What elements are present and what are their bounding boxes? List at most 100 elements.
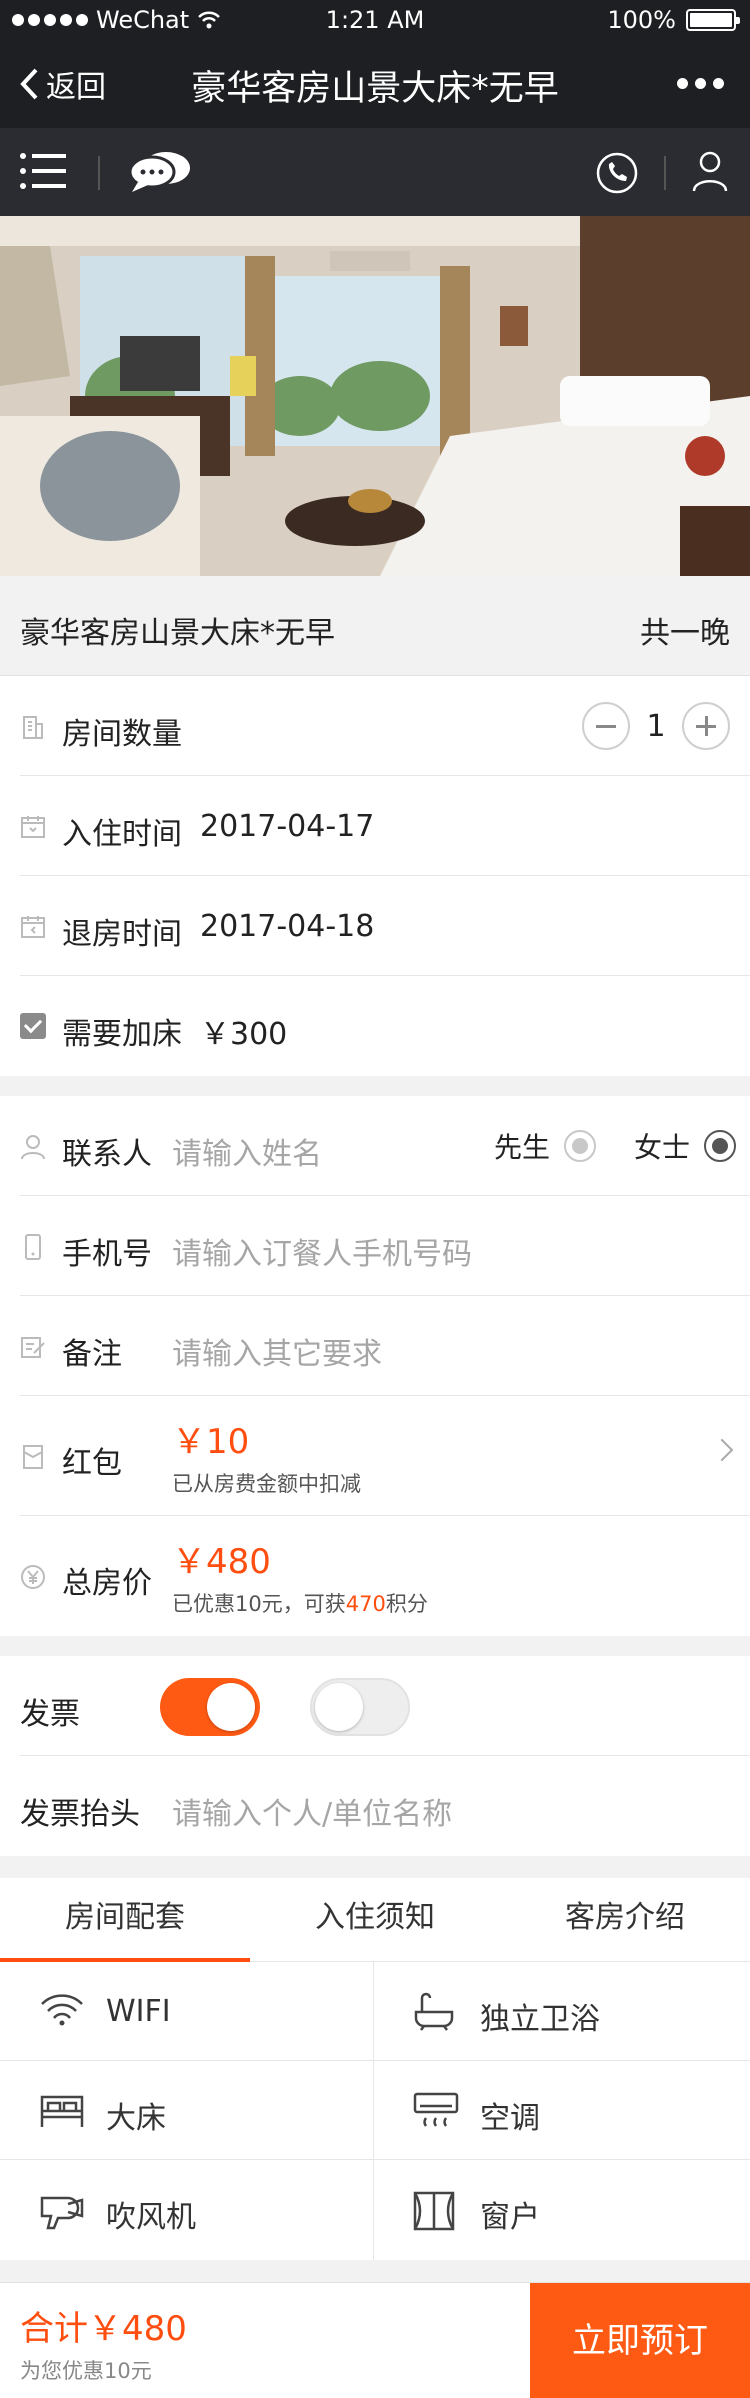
title-bar: 返回 豪华客房山景大床*无早 [0,40,750,128]
phone-input[interactable]: 请输入订餐人手机号码 [172,1229,472,1273]
invoice-toggle-off[interactable] [310,1678,410,1736]
gender-female-label: 女士 [634,1131,691,1164]
person-icon [21,1135,45,1160]
invoice-label: 发票 [20,1697,80,1732]
tab-checkin-notice[interactable]: 入住须知 [250,1878,500,1962]
footer-total-label: 合计 [20,2309,88,2349]
gender-female-option[interactable]: 女士 [634,1126,737,1166]
air-conditioner-icon [413,2092,459,2127]
checkin-label: 入住时间 [62,817,182,852]
total-note-prefix: 已优惠10元，可获 [172,1592,346,1616]
amenity-label: 独立卫浴 [480,2002,600,2037]
calendar-checkout-icon [21,916,45,938]
toolbar-divider [98,156,100,190]
gender-female-radio[interactable] [704,1130,737,1162]
phone-row: 手机号 请输入订餐人手机号码 [20,1196,750,1296]
tab-room-intro[interactable]: 客房介绍 [500,1878,750,1962]
amenity-label: 大床 [106,2101,166,2136]
bed-icon [40,2095,84,2127]
phone-icon[interactable] [596,152,638,194]
checkin-row[interactable]: 入住时间 2017-04-17 [20,776,750,876]
coupon-label: 红包 [62,1446,122,1481]
amenity-item: 空调 [374,2061,750,2160]
contact-name-input[interactable]: 请输入姓名 [172,1129,322,1173]
decrease-button[interactable] [582,702,630,750]
extra-bed-price: ￥300 [200,1017,288,1052]
room-photo [0,216,750,576]
checkin-date: 2017-04-17 [200,809,375,844]
red-envelope-icon [23,1445,43,1469]
toolbar [0,128,750,216]
amenities-grid: WIFI 独立卫浴 大床 空调 吹风机 窗户 [0,1962,750,2260]
footer-discount: 为您优惠10元 [20,2359,152,2383]
total-note-suffix: 积分 [385,1592,428,1616]
invoice-title-row: 发票抬头 请输入个人/单位名称 [20,1756,750,1856]
yen-coin-icon [21,1565,45,1589]
room-quantity-label: 房间数量 [62,717,182,752]
total-price-row: 总房价 ￥480 已优惠10元，可获470积分 [20,1516,750,1636]
battery-icon [686,9,740,31]
gender-male-label: 先生 [494,1131,551,1164]
amenity-item: 大床 [0,2061,373,2160]
room-header: 豪华客房山景大床*无早 共一晚 [0,576,750,676]
tab-room-facilities[interactable]: 房间配套 [0,1878,250,1962]
amenity-label: WIFI [106,1994,171,2029]
battery-info: 100% [607,6,740,34]
checkout-row[interactable]: 退房时间 2017-04-18 [20,876,750,976]
bathtub-icon [414,1992,454,2031]
coupon-amount: ￥10 [172,1422,250,1462]
checkout-bar: 合计￥480 为您优惠10元 立即预订 [0,2282,750,2398]
building-icon [23,716,43,739]
invoice-toggle-on[interactable] [160,1678,260,1736]
points-value: 470 [345,1592,386,1616]
extra-bed-row: 需要加床 ￥300 [20,976,750,1076]
amenity-item: 独立卫浴 [374,1962,750,2061]
night-count: 共一晚 [640,616,730,651]
booking-card: 房间数量 1 入住时间 2017-04-17 退房时间 2017-04-18 需… [0,676,750,1076]
contact-name-label: 联系人 [62,1137,152,1172]
more-menu-button[interactable] [677,78,724,89]
note-input[interactable]: 请输入其它要求 [172,1329,382,1373]
mobile-phone-icon [25,1234,41,1260]
wifi-icon [41,1994,83,2026]
chat-icon[interactable] [128,148,192,194]
invoice-title-input[interactable]: 请输入个人/单位名称 [172,1789,452,1833]
invoice-row: 发票 [20,1656,750,1756]
status-bar: WeChat 1:21 AM 100% [0,0,750,40]
edit-note-icon [21,1337,45,1358]
checkout-date: 2017-04-18 [200,909,375,944]
total-price-amount: ￥480 [172,1542,271,1582]
toolbar-divider [664,156,666,190]
amenity-item: 吹风机 [0,2160,373,2259]
increase-button[interactable] [682,702,730,750]
quantity-value: 1 [646,708,666,744]
invoice-card: 发票 发票抬头 请输入个人/单位名称 [0,1656,750,1856]
invoice-title-label: 发票抬头 [20,1797,140,1832]
amenity-label: 空调 [480,2101,540,2136]
contact-name-row: 联系人 请输入姓名 先生 女士 [20,1096,750,1196]
note-row: 备注 请输入其它要求 [20,1296,750,1396]
book-now-button[interactable]: 立即预订 [530,2283,750,2398]
contact-card: 联系人 请输入姓名 先生 女士 手机号 请输入订餐人手机号码 备注 请输入其它要… [0,1096,750,1636]
room-quantity-row: 房间数量 1 [20,676,750,776]
user-icon[interactable] [692,150,728,192]
info-tabs: 房间配套 入住须知 客房介绍 [0,1878,750,1962]
amenity-item: 窗户 [374,2160,750,2259]
checkout-label: 退房时间 [62,917,182,952]
gender-male-option[interactable]: 先生 [494,1126,597,1166]
amenity-label: 窗户 [480,2200,540,2235]
quantity-stepper: 1 [582,702,730,750]
list-menu-icon[interactable] [20,152,68,190]
window-icon [413,2191,455,2231]
coupon-note: 已从房费金额中扣减 [172,1472,361,1496]
phone-label: 手机号 [62,1237,152,1272]
total-price-note: 已优惠10元，可获470积分 [172,1588,428,1618]
amenity-label: 吹风机 [106,2200,196,2235]
extra-bed-checkbox[interactable] [20,1013,46,1039]
chevron-right-icon [710,1438,734,1462]
amenity-item: WIFI [0,1962,373,2061]
battery-percent: 100% [607,6,676,34]
page-title: 豪华客房山景大床*无早 [191,69,559,109]
gender-male-radio[interactable] [564,1130,597,1162]
coupon-row[interactable]: 红包 ￥10 已从房费金额中扣减 [20,1396,750,1516]
